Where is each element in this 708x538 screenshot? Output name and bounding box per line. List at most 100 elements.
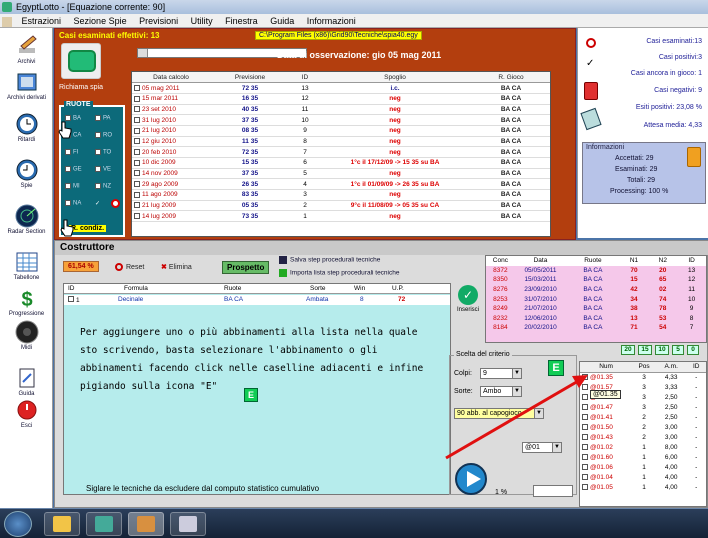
col-header[interactable]: U.P. <box>392 285 404 292</box>
sidebar-item-ritardi[interactable]: Ritardi <box>0 112 53 143</box>
menu-finestra[interactable]: Finestra <box>220 14 263 28</box>
table-row[interactable]: 29 ago 2009 26 35 4 1°c il 01/09/09 -> 26 3… <box>132 178 550 191</box>
ruota-checkbox-nz[interactable]: NZ <box>95 183 111 190</box>
table-row[interactable]: 12 giu 2010 11 35 8 neg BA CA <box>132 136 550 148</box>
row-checkbox[interactable] <box>582 443 588 450</box>
col-header[interactable]: N2 <box>648 256 678 266</box>
play-button[interactable] <box>455 463 487 495</box>
row-checkbox[interactable] <box>582 413 588 420</box>
row-checkbox[interactable] <box>134 116 140 123</box>
elimina-button[interactable]: ✖ Elimina <box>161 263 192 271</box>
sidebar-item-tabellone[interactable]: Tabellone <box>0 250 53 281</box>
table-row[interactable]: @01.06 1 4,00 - <box>580 462 706 472</box>
sidebar-item-guida[interactable]: Guida <box>0 366 53 397</box>
scroll-thumb[interactable] <box>138 49 148 57</box>
col-header[interactable]: ID <box>290 72 320 84</box>
colpi-select[interactable]: 9 ▼ <box>480 368 522 379</box>
row-checkbox[interactable] <box>582 453 588 460</box>
ruota-checkbox-pa[interactable]: PA <box>95 115 111 122</box>
ruota-checkbox-to[interactable]: TO <box>95 149 111 156</box>
start-button[interactable] <box>4 511 32 537</box>
col-header[interactable]: Data <box>514 256 567 266</box>
formula-row[interactable]: 1 Decinale BA CA Ambata 8 72 <box>64 295 450 305</box>
col-header[interactable]: Ruote <box>224 285 241 292</box>
table-row[interactable]: 8249 21/07/2010 BA CA 38 78 9 <box>486 304 706 314</box>
col-header[interactable]: Pos <box>632 362 657 373</box>
at01-select[interactable]: @01 ▼ <box>522 442 562 453</box>
sidebar-item-esci[interactable]: Esci <box>0 398 53 429</box>
table-row[interactable]: @01.47 3 2,50 - <box>580 402 706 412</box>
row-checkbox[interactable] <box>134 106 140 113</box>
row-checkbox[interactable] <box>582 433 588 440</box>
col-header[interactable]: Previsione <box>210 72 290 84</box>
ruota-checkbox-ve[interactable]: VE <box>95 166 111 173</box>
row-checkbox[interactable] <box>134 95 140 102</box>
row-checkbox[interactable] <box>582 473 588 480</box>
row-checkbox[interactable] <box>582 403 588 410</box>
sidebar-item-archivi[interactable]: Archivi <box>0 34 53 65</box>
row-checkbox[interactable] <box>134 181 140 187</box>
row-checkbox[interactable] <box>582 393 588 400</box>
trash-icon[interactable] <box>687 147 701 167</box>
table-row[interactable]: 15 mar 2011 16 35 12 neg BA CA <box>132 93 550 105</box>
row-checkbox[interactable] <box>134 170 140 177</box>
mini-button[interactable]: 5 <box>672 345 684 355</box>
taskbar-explorer[interactable] <box>44 512 80 536</box>
row-checkbox[interactable] <box>134 138 140 145</box>
reset-button[interactable]: Reset <box>115 263 144 271</box>
row-checkbox[interactable] <box>582 483 588 490</box>
ruota-checkbox-ro[interactable]: RO <box>95 132 112 139</box>
e-icon[interactable]: E <box>244 388 258 402</box>
table-row[interactable]: 23 set 2010 40 35 11 neg BA CA <box>132 104 550 116</box>
sorte-select[interactable]: Ambo ▼ <box>480 386 522 397</box>
col-header[interactable]: R. Gioco <box>470 72 550 84</box>
col-header[interactable]: Spoglio <box>320 72 470 84</box>
col-header[interactable]: Conc <box>486 256 515 266</box>
table-row[interactable]: 11 ago 2009 83 35 3 neg BA CA <box>132 189 550 201</box>
col-header[interactable]: ID <box>677 256 706 266</box>
mini-button[interactable]: 20 <box>621 345 635 355</box>
check-icon[interactable]: ✓ <box>95 200 100 207</box>
table-row[interactable]: 21 lug 2010 08 35 9 neg BA CA <box>132 125 550 137</box>
col-header[interactable]: Win <box>354 285 365 292</box>
table-row[interactable]: 8232 12/06/2010 BA CA 13 53 8 <box>486 314 706 324</box>
col-header[interactable]: ID <box>686 362 706 373</box>
menu-estrazioni[interactable]: Estrazioni <box>17 14 67 28</box>
r-condiz-button[interactable]: R. condiz. <box>69 225 107 232</box>
sidebar-item-radar[interactable]: Radar Section <box>0 204 53 235</box>
no-icon[interactable] <box>111 199 120 208</box>
row-checkbox[interactable] <box>582 463 588 470</box>
table-row[interactable]: @01.05 1 4,00 - <box>580 482 706 492</box>
e-icon[interactable]: E <box>548 360 564 376</box>
table-row[interactable]: @01.41 2 2,50 - <box>580 412 706 422</box>
menu-utility[interactable]: Utility <box>186 14 218 28</box>
row-checkbox[interactable] <box>134 84 140 91</box>
row-checkbox[interactable]: 1 <box>68 296 80 304</box>
row-checkbox[interactable] <box>134 191 140 198</box>
taskbar-egyptlotto[interactable] <box>128 512 164 536</box>
sidebar-item-archivi-derivati[interactable]: Archivi derivati <box>0 70 53 101</box>
table-row[interactable]: @01.60 1 6,00 - <box>580 452 706 462</box>
row-checkbox[interactable] <box>134 127 140 134</box>
table-row[interactable]: 8276 23/09/2010 BA CA 42 02 11 <box>486 285 706 295</box>
mini-button[interactable]: 0 <box>687 345 699 355</box>
table-row[interactable]: 31 lug 2010 37 35 10 neg BA CA <box>132 114 550 126</box>
richiama-spia-button[interactable] <box>61 43 101 79</box>
table-row[interactable]: 8253 31/07/2010 BA CA 34 74 10 <box>486 294 706 304</box>
table-row[interactable]: 8184 20/02/2010 BA CA 71 54 7 <box>486 323 706 333</box>
row-checkbox[interactable] <box>134 159 140 166</box>
sidebar-item-midi[interactable]: Midi <box>0 320 53 351</box>
table-row[interactable]: @01.50 2 3,00 - <box>580 422 706 432</box>
table-row[interactable]: @01.04 1 4,00 - <box>580 472 706 482</box>
trash-icon[interactable] <box>584 82 598 100</box>
row-checkbox[interactable] <box>582 374 588 381</box>
sidebar-item-progressione[interactable]: $ Progressione <box>0 286 53 317</box>
col-header[interactable]: Formula <box>124 285 148 292</box>
taskbar-network[interactable] <box>86 512 122 536</box>
row-checkbox[interactable] <box>582 383 588 390</box>
col-header[interactable]: ID <box>68 285 75 292</box>
col-header[interactable]: Ruote <box>566 256 620 266</box>
col-header[interactable]: Sorte <box>310 285 326 292</box>
ruota-checkbox-mi[interactable]: MI <box>65 183 80 190</box>
table-row[interactable]: 10 dic 2009 15 35 6 1°c il 17/12/09 -> 15 3… <box>132 157 550 169</box>
